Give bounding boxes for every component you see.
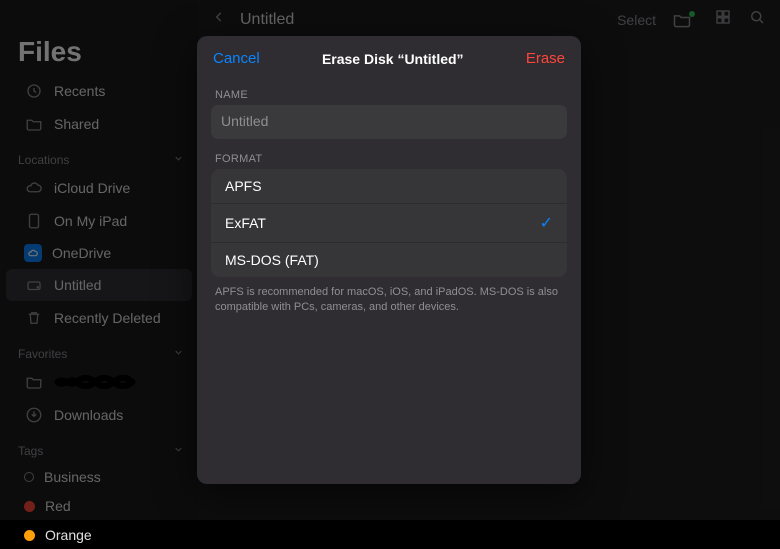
erase-disk-modal: Cancel Erase Disk “Untitled” Erase NAME … (197, 36, 581, 484)
format-option-msdos[interactable]: MS-DOS (FAT) (211, 243, 567, 277)
name-field-wrap[interactable] (211, 105, 567, 139)
sidebar-item-label: Orange (45, 527, 92, 543)
format-help-text: APFS is recommended for macOS, iOS, and … (197, 277, 581, 315)
format-option-apfs[interactable]: APFS (211, 169, 567, 204)
format-option-label: ExFAT (225, 215, 266, 231)
tag-dot-icon (24, 530, 35, 541)
checkmark-icon: ✓ (540, 213, 553, 233)
format-list: APFS ExFAT ✓ MS-DOS (FAT) (211, 169, 567, 277)
name-section-label: NAME (197, 75, 581, 105)
modal-title: Erase Disk “Untitled” (322, 51, 464, 67)
format-option-exfat[interactable]: ExFAT ✓ (211, 204, 567, 243)
cancel-button[interactable]: Cancel (213, 50, 260, 67)
name-input[interactable] (221, 113, 557, 129)
format-option-label: MS-DOS (FAT) (225, 252, 319, 268)
sidebar-tag-orange[interactable]: Orange (6, 521, 192, 549)
format-option-label: APFS (225, 178, 262, 194)
erase-button[interactable]: Erase (526, 50, 565, 67)
format-section-label: FORMAT (197, 139, 581, 169)
